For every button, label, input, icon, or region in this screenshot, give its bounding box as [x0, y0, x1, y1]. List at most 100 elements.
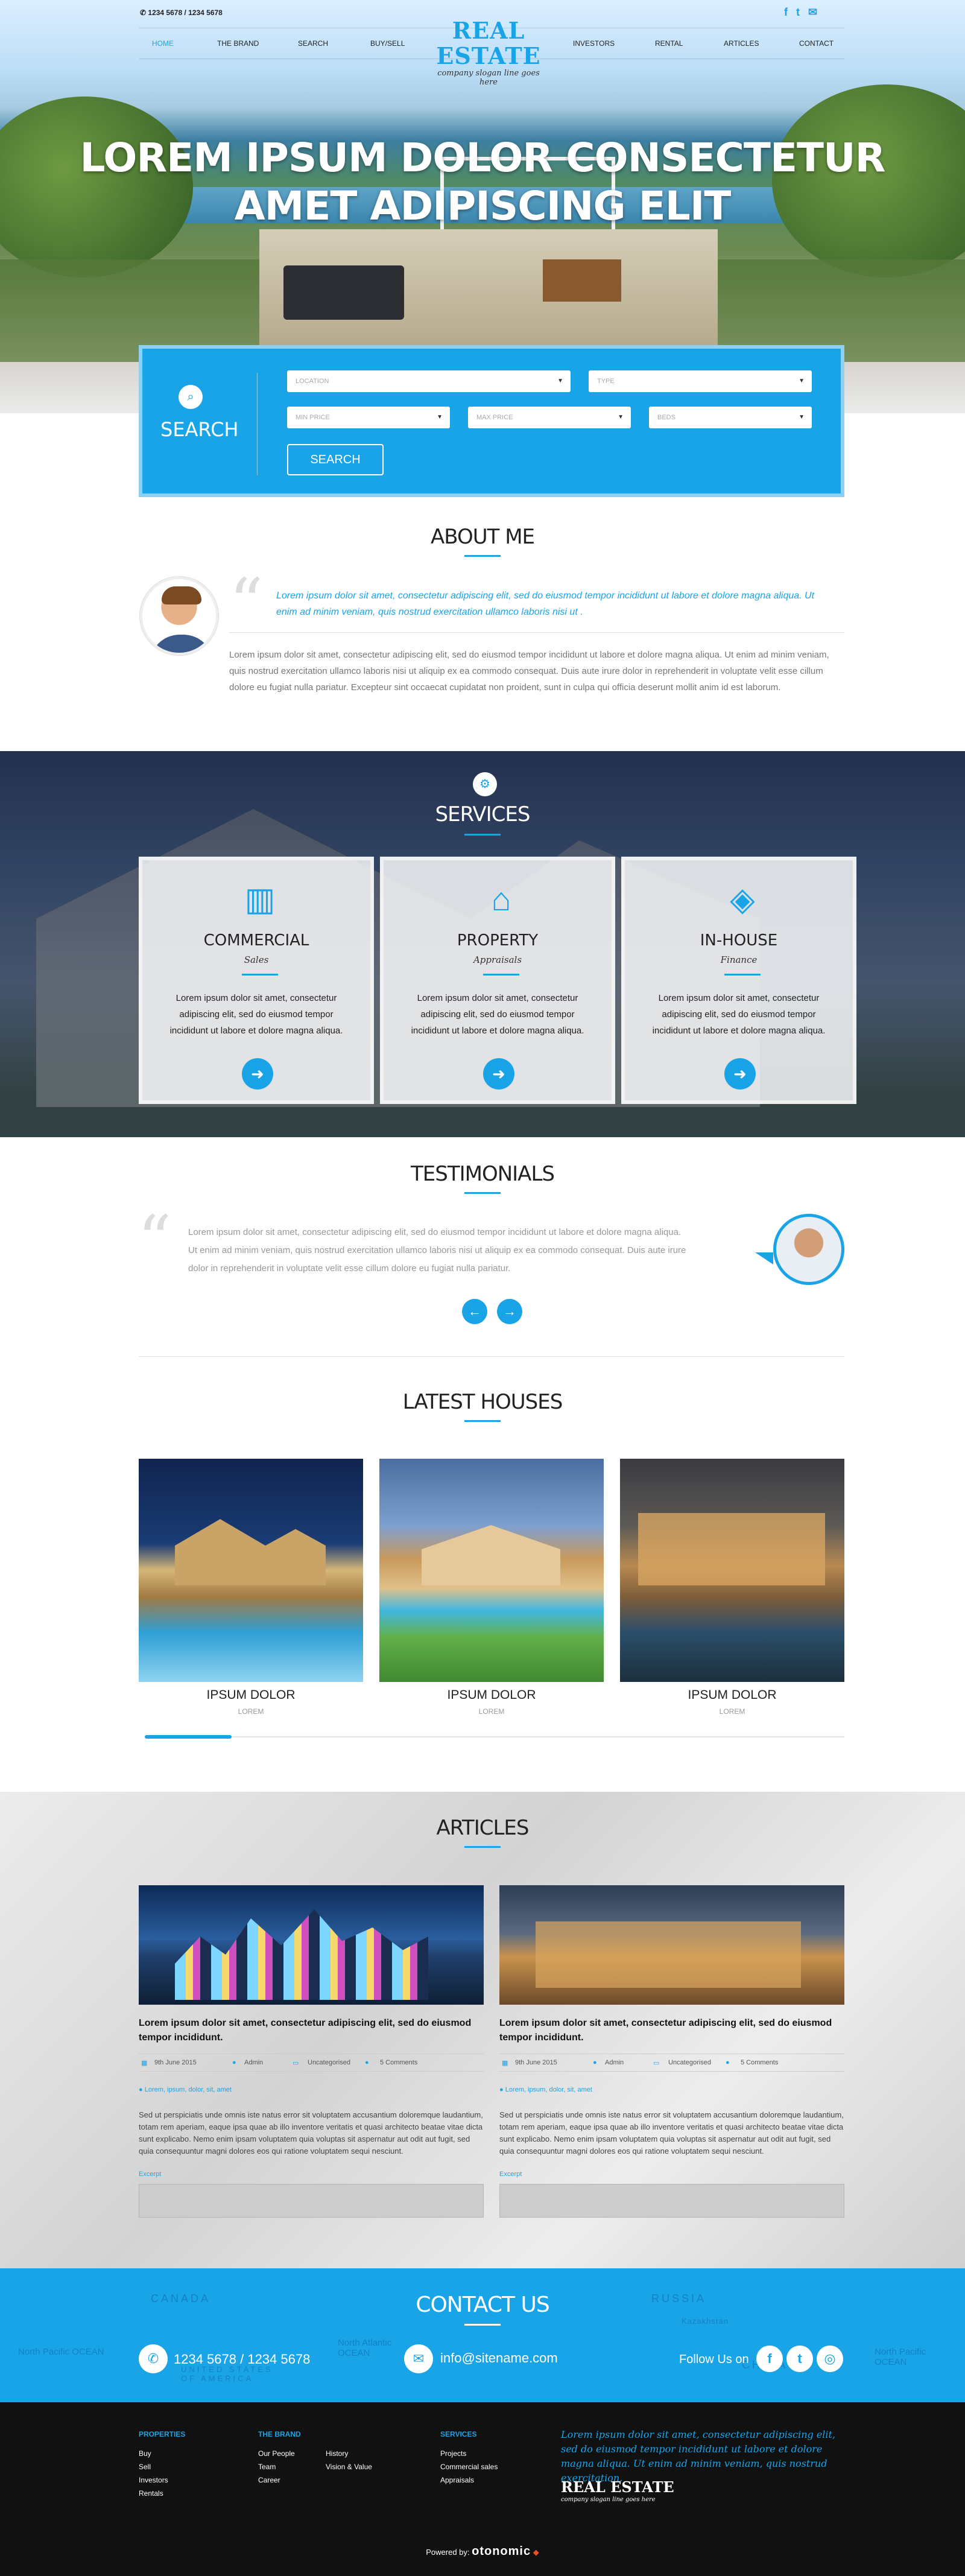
article-tags[interactable]: ● Lorem, ipsum, dolor, sit, amet [499, 2086, 592, 2093]
location-select[interactable]: LOCATION ▼ [287, 370, 571, 392]
max-price-select[interactable]: MAX PRICE ▼ [468, 407, 631, 428]
twitter-icon[interactable]: t [796, 6, 800, 19]
house-name[interactable]: IPSUM DOLOR [379, 1688, 604, 1702]
calendar-icon: ▦ [141, 2060, 148, 2067]
contact-phone[interactable]: 1234 5678 / 1234 5678 [174, 2352, 310, 2367]
service-card-subtitle: Finance [720, 954, 758, 965]
article-image[interactable] [139, 1885, 484, 2005]
instagram-icon[interactable]: ◎ [817, 2346, 843, 2372]
service-card-title: COMMERCIAL [203, 931, 309, 950]
footer-link[interactable]: Buy [139, 2447, 151, 2460]
email-icon[interactable]: ✉ [808, 6, 817, 19]
article-tags-text[interactable]: Lorem, ipsum, dolor, sit, amet [145, 2086, 232, 2093]
nav-search[interactable]: SEARCH [298, 39, 328, 48]
house-subtitle: LOREM [719, 1707, 745, 1716]
powered-by[interactable]: Powered by: otonomic ◆ [0, 2545, 965, 2559]
footer-link[interactable]: Career [258, 2473, 280, 2487]
footer-link[interactable]: History [326, 2447, 348, 2460]
service-card-commercial: ▥ COMMERCIAL Sales Lorem ipsum dolor sit… [139, 857, 374, 1104]
next-arrow-icon[interactable]: → [497, 1299, 522, 1324]
services-title: SERVICES [435, 802, 531, 826]
article-comments[interactable]: 5 Comments [741, 2059, 778, 2066]
footer-link[interactable]: Our People [258, 2447, 295, 2460]
prev-arrow-icon[interactable]: ← [462, 1299, 487, 1324]
comment-icon: ● [365, 2059, 369, 2066]
footer-link[interactable]: Rentals [139, 2487, 163, 2500]
house-photo[interactable] [620, 1459, 844, 1682]
header-phone: ✆ 1234 5678 / 1234 5678 [140, 8, 223, 17]
article-tags[interactable]: ● Lorem, ipsum, dolor, sit, amet [139, 2086, 232, 2093]
map-label: Kazakhstan [682, 2317, 729, 2326]
bird-icon: ◆ [533, 2548, 539, 2557]
carousel-scrollbar-thumb[interactable] [145, 1735, 232, 1739]
article-category[interactable]: Uncategorised [668, 2059, 711, 2066]
powered-by-brand[interactable]: otonomic [472, 2545, 531, 2558]
footer-link[interactable]: Appraisals [440, 2473, 474, 2487]
footer-link[interactable]: Vision & Value [326, 2460, 372, 2473]
article-image[interactable] [499, 1885, 844, 2005]
arrow-right-icon[interactable]: ➜ [724, 1058, 756, 1090]
service-card-text: Lorem ipsum dolor sit amet, consectetur … [169, 993, 343, 1036]
location-select-value: LOCATION [296, 378, 329, 385]
nav-contact[interactable]: CONTACT [799, 39, 834, 48]
coins-icon: ◈ [730, 881, 755, 918]
nav-investors[interactable]: INVESTORS [573, 39, 615, 48]
article-title[interactable]: Lorem ipsum dolor sit amet, consectetur … [139, 2016, 484, 2045]
article-comments[interactable]: 5 Comments [380, 2059, 417, 2066]
type-select[interactable]: TYPE ▼ [589, 370, 812, 392]
service-card-text: Lorem ipsum dolor sit amet, consectetur … [411, 993, 584, 1036]
footer-link[interactable]: Sell [139, 2460, 151, 2473]
article-excerpt-box [499, 2184, 844, 2218]
map-label: North Pacific OCEAN [875, 2347, 926, 2367]
article-excerpt-link[interactable]: Excerpt [499, 2171, 522, 2178]
service-card-in-house: ◈ IN-HOUSE Finance Lorem ipsum dolor sit… [621, 857, 856, 1104]
min-price-select[interactable]: MIN PRICE ▼ [287, 407, 450, 428]
service-card-property: ⌂ PROPERTY Appraisals Lorem ipsum dolor … [380, 857, 615, 1104]
arrow-right-icon[interactable]: ➜ [483, 1058, 514, 1090]
house-name[interactable]: IPSUM DOLOR [620, 1688, 844, 1702]
nav-buy-sell[interactable]: BUY/SELL [370, 39, 405, 48]
contact-email[interactable]: info@sitename.com [440, 2350, 558, 2366]
carousel-scrollbar-track[interactable] [145, 1736, 844, 1737]
beds-select[interactable]: BEDS ▼ [649, 407, 812, 428]
footer-quote: Lorem ipsum dolor sit amet, consectetur … [561, 2429, 836, 2484]
footer-link[interactable]: Commercial sales [440, 2460, 498, 2473]
max-price-value: MAX PRICE [476, 414, 513, 421]
twitter-icon[interactable]: t [786, 2346, 813, 2372]
house-photo[interactable] [379, 1459, 604, 1682]
header-social: f t ✉ [784, 6, 817, 19]
avatar-hair [162, 586, 201, 604]
site-header: ✆ 1234 5678 / 1234 5678 f t ✉ HOME THE B… [0, 0, 965, 87]
search-button[interactable]: SEARCH [287, 444, 384, 475]
section-divider [139, 1356, 844, 1357]
article-title[interactable]: Lorem ipsum dolor sit amet, consectetur … [499, 2016, 844, 2045]
article-tags-text[interactable]: Lorem, ipsum, dolor, sit, amet [505, 2086, 592, 2093]
caret-down-icon: ▼ [618, 414, 624, 420]
house-photo[interactable] [139, 1459, 363, 1682]
arrow-right-icon[interactable]: ➜ [242, 1058, 273, 1090]
contact-title: CONTACT US [416, 2292, 549, 2317]
site-logo[interactable]: REAL ESTATE company slogan line goes her… [428, 18, 549, 87]
footer-link[interactable]: Team [258, 2460, 276, 2473]
nav-the-brand[interactable]: THE BRAND [217, 39, 259, 48]
facebook-icon[interactable]: f [784, 6, 788, 19]
article-author[interactable]: Admin [605, 2059, 624, 2066]
search-icon: ⌕ [179, 385, 203, 409]
footer-link[interactable]: Investors [139, 2473, 168, 2487]
beds-value: BEDS [657, 414, 676, 421]
article-excerpt-link[interactable]: Excerpt [139, 2171, 161, 2178]
footer-link[interactable]: Projects [440, 2447, 466, 2460]
nav-rental[interactable]: RENTAL [655, 39, 683, 48]
facebook-icon[interactable]: f [756, 2346, 783, 2372]
house-name[interactable]: IPSUM DOLOR [139, 1688, 363, 1702]
article-text: Sed ut perspiciatis unde omnis iste natu… [499, 2110, 844, 2156]
house-shape [638, 1513, 825, 1585]
article-category[interactable]: Uncategorised [308, 2059, 350, 2066]
nav-home[interactable]: HOME [152, 39, 174, 48]
article-author[interactable]: Admin [244, 2059, 263, 2066]
footer-logo[interactable]: REAL ESTATE [561, 2478, 674, 2496]
quote-icon: “ [229, 564, 264, 641]
house-subtitle: LOREM [478, 1707, 505, 1716]
nav-articles[interactable]: ARTICLES [724, 39, 759, 48]
hero-dining-table [543, 259, 621, 302]
